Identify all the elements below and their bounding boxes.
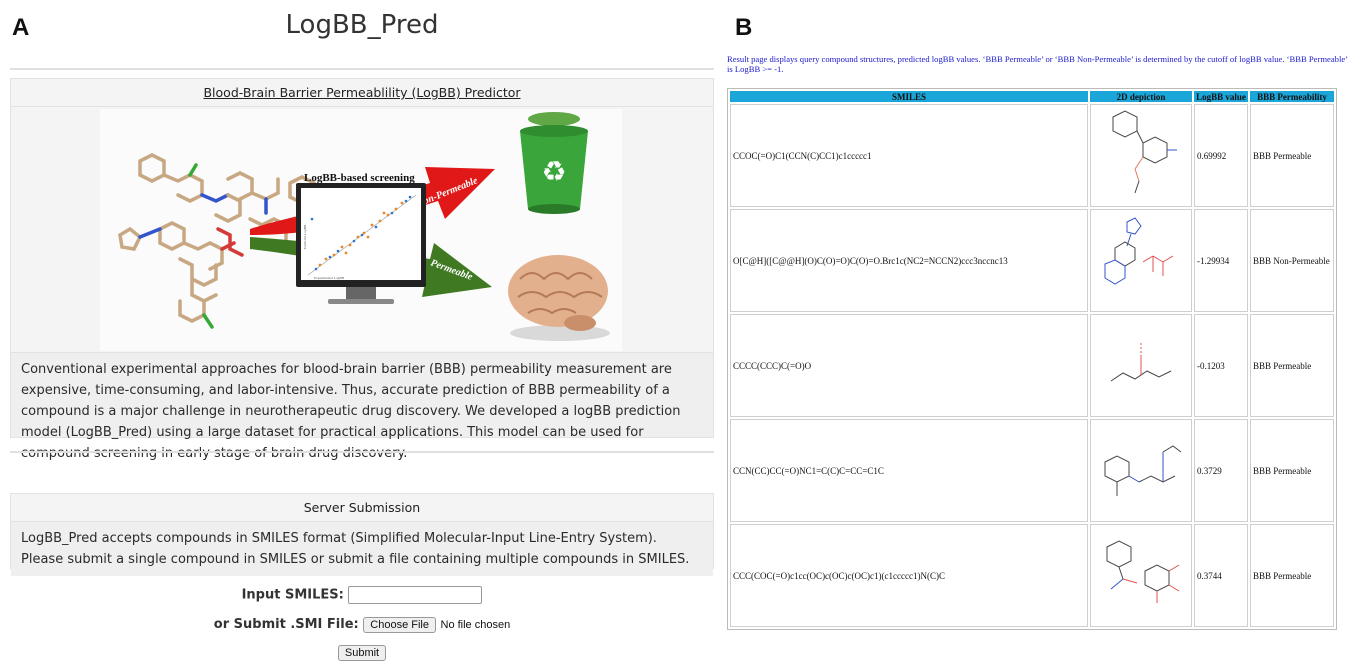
structure-icon	[1106, 539, 1180, 603]
monitor-icon: Experimental LogBB Predicted LogBB	[296, 183, 426, 304]
submission-section: Server Submission LogBB_Pred accepts com…	[10, 493, 714, 576]
structure-depiction	[1090, 524, 1192, 627]
logbb-cell: 0.3729	[1194, 419, 1248, 522]
smiles-cell: CCCC(CCC)C(=O)O	[730, 314, 1088, 417]
column-header-permeability: BBB Permeability	[1250, 91, 1334, 102]
table-header-row: SMILES 2D depiction LogBB value BBB Perm…	[730, 91, 1334, 102]
description-text: Conventional experimental approaches for…	[10, 352, 714, 461]
structure-icon	[1112, 109, 1177, 193]
submit-row: Submit	[10, 645, 714, 661]
table-row: CCN(CC)CC(=O)NC1=C(C)C=CC=C1C 0.3729 BBB…	[730, 419, 1334, 522]
screen-title: LogBB-based screening	[304, 172, 415, 184]
column-header-depiction: 2D depiction	[1090, 91, 1192, 102]
page-title: LogBB_Pred	[285, 10, 439, 40]
structure-depiction	[1090, 314, 1192, 417]
logbb-cell: 0.69992	[1194, 104, 1248, 207]
structure-depiction	[1090, 104, 1192, 207]
column-header-logbb: LogBB value	[1194, 91, 1248, 102]
structure-icon	[1104, 444, 1182, 496]
predictor-heading: Blood-Brain Barrier Permeablility (LogBB…	[11, 79, 713, 107]
structure-icon	[1104, 216, 1174, 285]
logbb-cell: 0.3744	[1194, 524, 1248, 627]
permeability-cell: BBB Permeable	[1250, 524, 1334, 627]
submit-button[interactable]: Submit	[337, 645, 387, 661]
choose-file-button[interactable]: Choose File	[363, 617, 436, 633]
smiles-cell: CCOC(=O)C1(CCN(C)CC1)c1ccccc1	[730, 104, 1088, 207]
smiles-input[interactable]	[348, 586, 483, 604]
no-file-status: No file chosen	[440, 619, 511, 631]
table-row: O[C@H]([C@@H](O)C(O)=O)C(O)=O.Brc1c(NC2=…	[730, 209, 1334, 312]
table-row: CCC(COC(=O)c1cc(OC)c(OC)c(OC)c1)(c1ccccc…	[730, 524, 1334, 627]
screening-illustration: Non-Permeable Permeable Experimental Log…	[118, 112, 610, 341]
structure-depiction	[1090, 419, 1192, 522]
results-page: Result page displays query compound stru…	[727, 0, 1349, 670]
svg-text:♻: ♻	[541, 155, 566, 188]
permeability-cell: BBB Permeable	[1250, 314, 1334, 417]
submission-heading: Server Submission	[11, 494, 713, 522]
logbb-pred-homepage: LogBB_Pred Blood-Brain Barrier Permeabli…	[10, 0, 714, 670]
column-header-smiles: SMILES	[730, 91, 1088, 102]
logbb-cell: -0.1203	[1194, 314, 1248, 417]
smiles-label: Input SMILES:	[241, 587, 344, 603]
results-note: Result page displays query compound stru…	[727, 54, 1348, 74]
submission-instructions: LogBB_Pred accepts compounds in SMILES f…	[11, 522, 713, 576]
smiles-cell: O[C@H]([C@@H](O)C(O)=O)C(O)=O.Brc1c(NC2=…	[730, 209, 1088, 312]
logbb-cell: -1.29934	[1194, 209, 1248, 312]
plot-x-label: Experimental LogBB	[314, 276, 345, 280]
brain-icon	[508, 255, 610, 341]
plot-y-label: Predicted LogBB	[303, 224, 307, 249]
screening-graphic: Non-Permeable Permeable Experimental Log…	[100, 109, 622, 351]
recycle-bin-icon: ♻	[520, 112, 588, 214]
divider	[10, 451, 714, 453]
divider	[10, 68, 714, 70]
table-row: CCCC(CCC)C(=O)O -0.1203 BBB Permeable	[730, 314, 1334, 417]
permeability-cell: BBB Non-Permeable	[1250, 209, 1334, 312]
smiles-input-row: Input SMILES:	[10, 586, 714, 604]
table-row: CCOC(=O)C1(CCN(C)CC1)c1ccccc1 0.69992 BB…	[730, 104, 1334, 207]
permeability-cell: BBB Permeable	[1250, 419, 1334, 522]
structure-depiction	[1090, 209, 1192, 312]
structure-icon	[1110, 342, 1172, 381]
results-table: SMILES 2D depiction LogBB value BBB Perm…	[727, 88, 1337, 630]
smiles-cell: CCC(COC(=O)c1cc(OC)c(OC)c(OC)c1)(c1ccccc…	[730, 524, 1088, 627]
smiles-cell: CCN(CC)CC(=O)NC1=C(C)C=CC=C1C	[730, 419, 1088, 522]
file-upload-label: or Submit .SMI File:	[213, 617, 359, 632]
permeability-cell: BBB Permeable	[1250, 104, 1334, 207]
file-upload-row: or Submit .SMI File: Choose File No file…	[10, 617, 714, 633]
